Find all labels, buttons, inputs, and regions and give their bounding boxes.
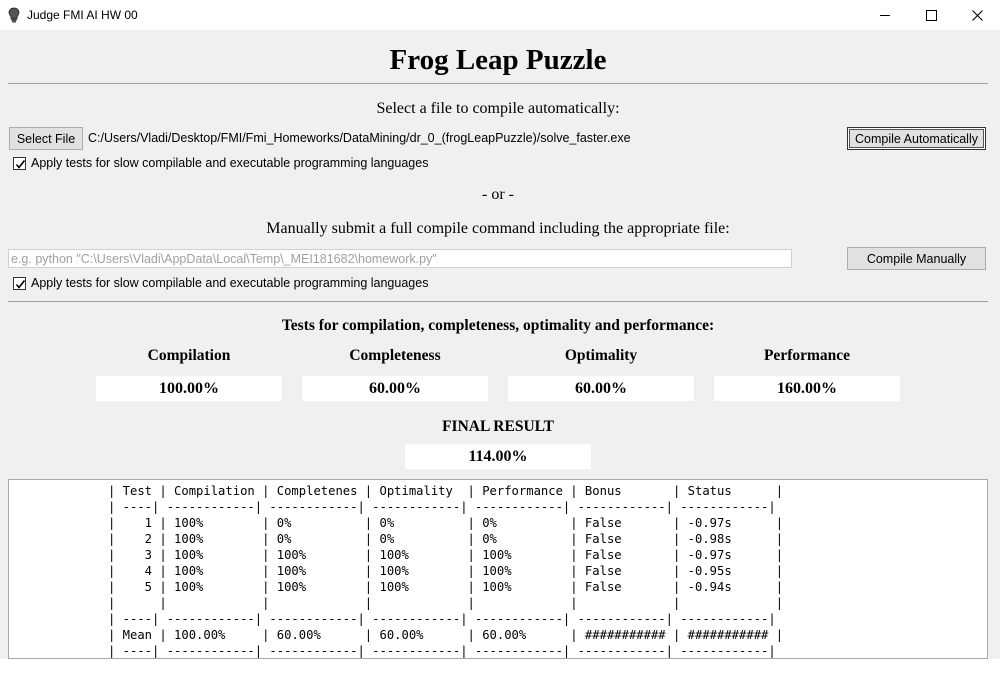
auto-compile-prompt: Select a file to compile automatically: [376,100,620,117]
title-bar[interactable]: Judge FMI AI HW 00 [0,0,1000,30]
final-result-label: FINAL RESULT [442,418,554,435]
separator [8,301,988,302]
manual-slow-tests-checkbox[interactable] [13,277,26,290]
compile-manually-button[interactable]: Compile Manually [847,247,986,270]
window-title: Judge FMI AI HW 00 [27,8,138,22]
compile-command-input[interactable]: e.g. python "C:\Users\Vladi\AppData\Loca… [8,249,792,268]
manual-compile-prompt: Manually submit a full compile command i… [266,220,730,237]
selected-file-path: C:/Users/Vladi/Desktop/FMI/Fmi_Homeworks… [88,131,631,145]
light-bulb-icon [8,7,20,23]
checkmark-icon [15,280,26,289]
completeness-value: 60.00% [302,376,488,401]
optimality-label: Optimality [564,347,638,364]
final-result-value: 114.00% [405,444,591,469]
compile-automatically-button[interactable]: Compile Automatically [847,127,986,150]
auto-slow-tests-label: Apply tests for slow compilable and exec… [31,156,429,170]
compilation-value: 100.00% [96,376,282,401]
desktop-peek [0,659,1002,684]
app-window: Judge FMI AI HW 00 Frog Leap Puzzle Sele… [0,0,1002,684]
minimize-icon [879,6,891,25]
optimality-value: 60.00% [508,376,694,401]
minimize-button[interactable] [862,0,908,30]
performance-value: 160.00% [714,376,900,401]
results-table[interactable]: | Test | Compilation | Completenes | Opt… [8,479,988,659]
main-content: Frog Leap Puzzle Select a file to compil… [0,30,1000,684]
compilation-label: Compilation [147,347,231,364]
checkmark-icon [15,160,26,169]
results-table-text: | Test | Compilation | Completenes | Opt… [108,484,784,658]
close-button[interactable] [954,0,1000,30]
performance-label: Performance [763,347,851,364]
auto-slow-tests-checkbox[interactable] [13,157,26,170]
or-divider: - or - [482,186,514,203]
close-icon [971,6,983,25]
maximize-icon [925,6,937,25]
page-title: Frog Leap Puzzle [389,44,607,76]
separator [8,83,988,84]
select-file-button[interactable]: Select File [9,127,83,150]
completeness-label: Completeness [349,347,441,364]
tests-heading: Tests for compilation, completeness, opt… [281,317,715,334]
maximize-button[interactable] [908,0,954,30]
manual-slow-tests-label: Apply tests for slow compilable and exec… [31,276,429,290]
